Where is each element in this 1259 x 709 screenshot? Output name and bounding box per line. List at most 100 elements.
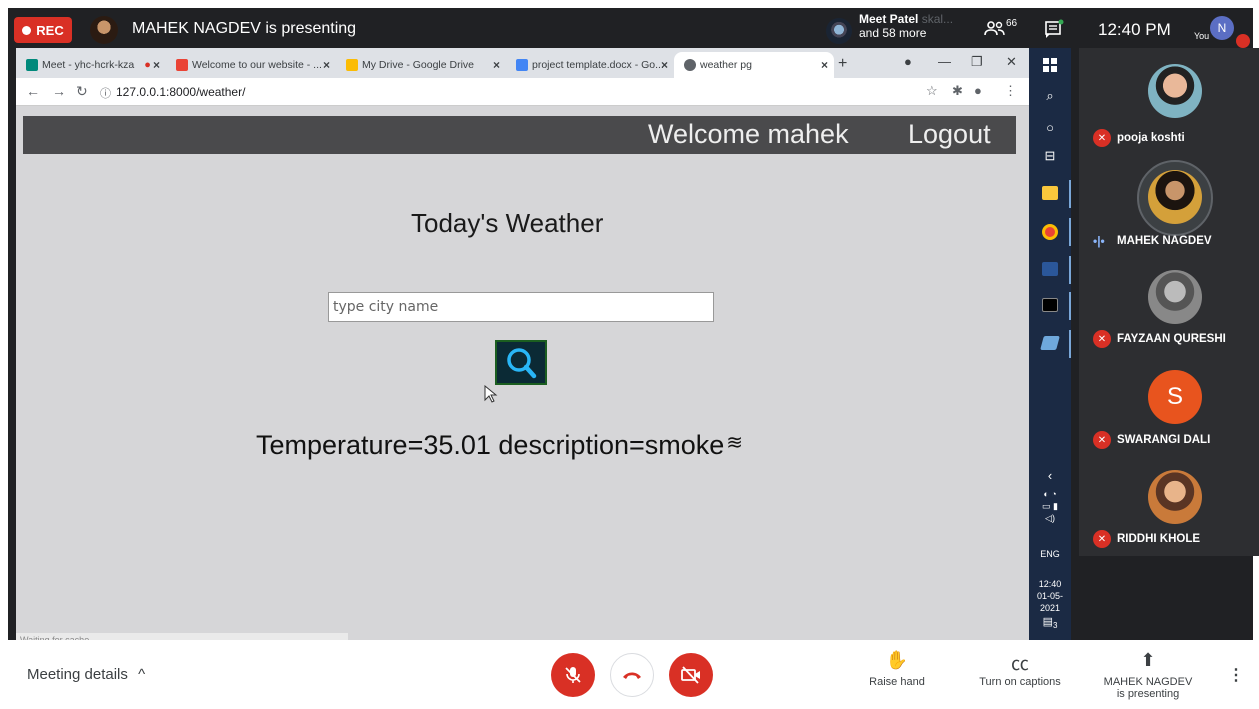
terminal-icon[interactable]: [1029, 298, 1071, 312]
taskbar-active-indicator: [1069, 218, 1071, 246]
windows-logo-icon: [1043, 58, 1057, 72]
close-icon[interactable]: ×: [153, 58, 160, 72]
present-now-button[interactable]: ⬆ MAHEK NAGDEV is presenting: [1098, 650, 1198, 700]
tab-strip: Meet - yhc-hcrk-kza ● × Welcome to our w…: [16, 48, 1029, 78]
notification-count: 3: [1052, 621, 1058, 631]
mouse-cursor-icon: [484, 385, 498, 403]
close-icon[interactable]: ×: [821, 58, 828, 72]
weather-result: Temperature=35.01 description=smoke ≋: [256, 430, 743, 461]
url-path: :8000/weather/: [166, 85, 246, 99]
tab-weather[interactable]: weather pg ×: [674, 52, 834, 78]
minimize-icon[interactable]: —: [938, 54, 951, 69]
raise-hand-icon: ✋: [885, 650, 909, 670]
tab-label: weather pg: [700, 59, 752, 71]
profile-dot-icon[interactable]: ●: [904, 54, 912, 69]
close-icon[interactable]: ×: [661, 58, 668, 72]
close-icon[interactable]: ×: [323, 58, 330, 72]
participant-avatar: [1148, 64, 1202, 118]
mic-off-icon: ✕: [1093, 330, 1111, 348]
chevron-up-icon: ^: [138, 666, 146, 683]
word-icon[interactable]: [1029, 262, 1071, 276]
tab-welcome[interactable]: Welcome to our website - ... ×: [166, 52, 336, 78]
window-close-icon[interactable]: ✕: [1006, 54, 1017, 70]
presenting-line2: is presenting: [1116, 688, 1180, 700]
forward-arrow-icon[interactable]: →: [52, 83, 66, 99]
taskbar-active-indicator: [1069, 330, 1071, 358]
url-host: 127.0.0.1: [116, 85, 167, 99]
participant-avatar: [1148, 170, 1202, 224]
restore-icon[interactable]: ❐: [971, 54, 983, 70]
chrome-icon[interactable]: [1029, 224, 1071, 240]
file-explorer-icon[interactable]: [1029, 186, 1071, 200]
taskbar-search-icon[interactable]: ⌕: [1029, 88, 1071, 104]
chevron-left-icon[interactable]: ‹: [1029, 468, 1071, 483]
mic-off-icon: ✕: [1093, 530, 1111, 548]
logout-link[interactable]: Logout: [908, 119, 991, 150]
participant-name: RIDDHI KHOLE: [1117, 533, 1201, 545]
weather-result-text: Temperature=35.01 description=smoke: [256, 430, 725, 460]
globe-icon: [684, 59, 696, 71]
more-options-icon[interactable]: ⋮: [1228, 665, 1244, 685]
camera-toggle-button[interactable]: [669, 653, 713, 697]
top-participants-summary[interactable]: Meet Patel skal... and 58 more: [859, 12, 953, 40]
cortana-icon[interactable]: ○: [1029, 120, 1071, 135]
info-icon[interactable]: ⓘ: [100, 85, 111, 101]
drive-icon: [346, 59, 358, 71]
present-screen-icon: ⬆: [1140, 650, 1156, 670]
participant-name: Meet Patel: [859, 12, 919, 26]
tab-docs[interactable]: project template.docx - Go... ×: [506, 52, 674, 78]
app-icon[interactable]: [1029, 336, 1071, 350]
gmail-icon: [176, 59, 188, 71]
language-indicator[interactable]: ENG: [1029, 548, 1071, 560]
city-search-input[interactable]: [328, 292, 714, 322]
tab-meet[interactable]: Meet - yhc-hcrk-kza ● ×: [16, 52, 166, 78]
tab-drive[interactable]: My Drive - Google Drive ×: [336, 52, 506, 78]
tab-label: My Drive - Google Drive: [362, 59, 475, 71]
windows-start-icon[interactable]: [1029, 58, 1071, 72]
presenting-line1: MAHEK NAGDEV: [1103, 676, 1193, 688]
meeting-details-label: Meeting details: [27, 666, 128, 683]
new-tab-plus-icon[interactable]: +: [838, 55, 847, 73]
back-arrow-icon[interactable]: ←: [26, 83, 40, 99]
leave-call-button[interactable]: [610, 653, 654, 697]
search-button[interactable]: [495, 340, 547, 385]
meet-icon: [26, 59, 38, 71]
participant-avatar: S: [1148, 370, 1202, 424]
bookmark-star-icon[interactable]: ☆: [926, 83, 938, 99]
raise-hand-button[interactable]: ✋ Raise hand: [869, 650, 925, 688]
captions-icon: ㏄: [1011, 654, 1029, 674]
tab-label: Welcome to our website - ...: [192, 59, 322, 71]
page-title: Today's Weather: [411, 208, 604, 238]
chat-button[interactable]: [1043, 18, 1065, 40]
meet-bottom-bar: Meeting details ^ ✋ Raise hand ㏄ Turn on…: [8, 640, 1253, 707]
extensions-puzzle-icon[interactable]: ✱: [952, 83, 963, 99]
taskbar-active-indicator: [1069, 292, 1071, 320]
participant-name: FAYZAAN QURESHI: [1117, 333, 1226, 345]
people-button[interactable]: 66: [984, 18, 1022, 40]
url-field[interactable]: 127.0.0.1:8000/weather/: [116, 85, 245, 99]
recording-badge: REC: [14, 17, 72, 43]
mic-off-icon: [565, 667, 581, 683]
meet-top-bar: REC MAHEK NAGDEV is presenting Meet Pate…: [8, 8, 1253, 48]
reload-icon[interactable]: ↻: [76, 83, 88, 100]
smoke-icon: ≋: [726, 432, 744, 454]
people-count: 66: [1006, 18, 1018, 29]
raise-hand-label: Raise hand: [869, 676, 925, 688]
participant-avatar: [826, 18, 852, 44]
task-view-icon[interactable]: ⊟: [1029, 148, 1071, 164]
participant-avatar: [1148, 270, 1202, 324]
mic-toggle-button[interactable]: [551, 653, 595, 697]
taskbar-active-indicator: [1069, 256, 1071, 284]
profile-avatar-icon[interactable]: ●: [974, 83, 982, 98]
meeting-details-button[interactable]: Meeting details ^: [27, 666, 145, 683]
people-icon: [984, 21, 1005, 36]
site-header: Welcome mahek Logout: [23, 116, 1016, 154]
mic-off-icon: ✕: [1093, 431, 1111, 449]
notification-icon[interactable]: ▤3: [1029, 616, 1071, 632]
presenter-avatar: [90, 16, 118, 44]
rec-label: REC: [36, 22, 64, 38]
menu-kebab-icon[interactable]: ⋮: [1004, 83, 1017, 99]
tray-icons[interactable]: ◐ ◔ ▭ ▮ ◁): [1029, 488, 1071, 524]
captions-button[interactable]: ㏄ Turn on captions: [975, 650, 1065, 688]
close-icon[interactable]: ×: [493, 58, 500, 72]
